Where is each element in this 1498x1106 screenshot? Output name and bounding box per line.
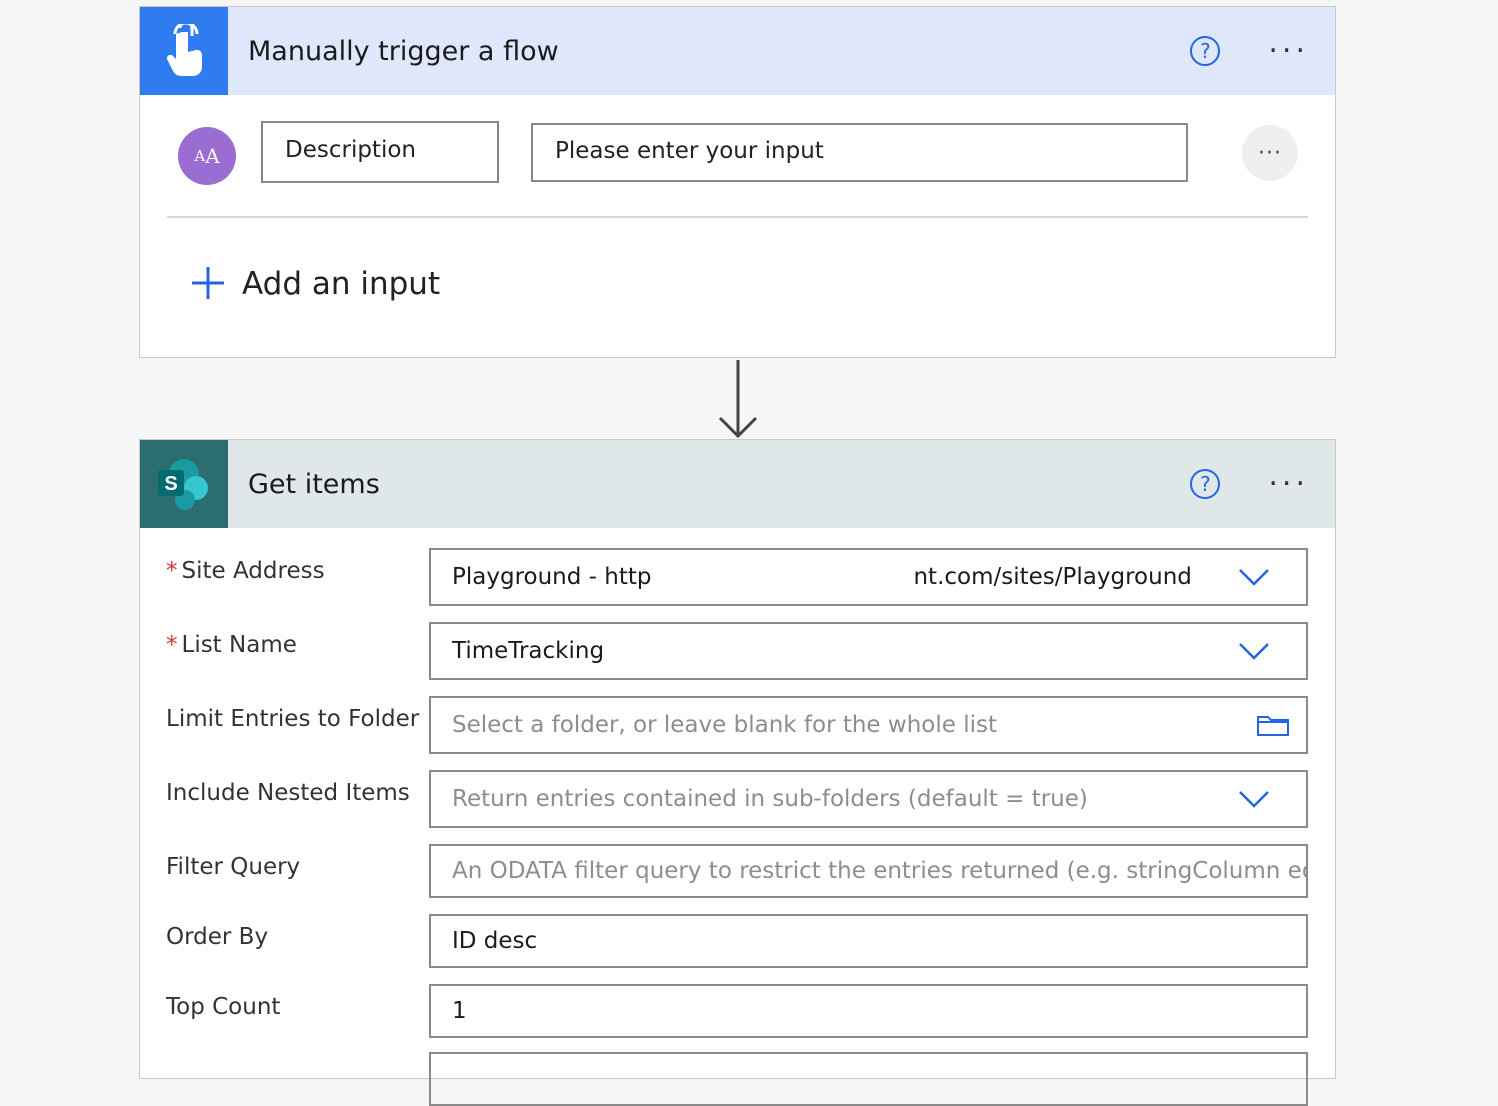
param-label: * List Name xyxy=(166,632,297,658)
touch-hand-icon xyxy=(140,7,228,95)
required-marker: * xyxy=(166,558,178,584)
param-label: Filter Query xyxy=(166,854,301,880)
field-placeholder: Select a folder, or leave blank for the … xyxy=(452,712,997,738)
field-value: 1 xyxy=(452,998,467,1024)
text-type-icon: AA xyxy=(178,127,236,185)
param-label: * Site Address xyxy=(166,558,325,584)
input-name-field[interactable]: Description xyxy=(261,121,499,183)
trigger-input-row: AA Description Please enter your input ·… xyxy=(140,115,1335,195)
chevron-down-icon[interactable] xyxy=(1238,568,1270,586)
input-more-button[interactable]: ··· xyxy=(1242,125,1298,181)
input-placeholder-field[interactable]: Please enter your input xyxy=(531,123,1188,182)
limit-folder-input[interactable]: Select a folder, or leave blank for the … xyxy=(429,696,1308,754)
param-label: Top Count xyxy=(166,994,281,1020)
trigger-header[interactable]: Manually trigger a flow ? ... xyxy=(140,7,1335,95)
get-items-header[interactable]: S Get items ? ... xyxy=(140,440,1335,528)
field-placeholder: Return entries contained in sub-folders … xyxy=(452,786,1088,812)
more-options-icon[interactable]: ... xyxy=(1268,28,1309,58)
required-marker: * xyxy=(166,632,178,658)
list-name-dropdown[interactable]: TimeTracking xyxy=(429,622,1308,680)
field-value: Playground - http xyxy=(452,564,652,590)
top-count-input[interactable]: 1 xyxy=(429,984,1308,1038)
folder-icon[interactable] xyxy=(1256,713,1290,737)
chevron-down-icon[interactable] xyxy=(1238,790,1270,808)
help-icon[interactable]: ? xyxy=(1190,36,1221,66)
nested-items-dropdown[interactable]: Return entries contained in sub-folders … xyxy=(429,770,1308,828)
add-input-button[interactable]: Add an input xyxy=(190,259,440,309)
filter-query-input[interactable]: An ODATA filter query to restrict the en… xyxy=(429,844,1308,898)
arrow-down-icon xyxy=(718,360,758,439)
order-by-input[interactable]: ID desc xyxy=(429,914,1308,968)
chevron-down-icon[interactable] xyxy=(1238,642,1270,660)
field-placeholder: An ODATA filter query to restrict the en… xyxy=(452,858,1308,884)
svg-text:S: S xyxy=(164,473,177,495)
next-field-input[interactable] xyxy=(429,1052,1308,1106)
plus-icon xyxy=(190,259,226,309)
field-value: TimeTracking xyxy=(452,638,605,664)
divider xyxy=(167,216,1308,218)
site-address-dropdown[interactable]: Playground - http nt.com/sites/Playgroun… xyxy=(429,548,1308,606)
param-label: Limit Entries to Folder xyxy=(166,706,420,732)
trigger-card: Manually trigger a flow ? ... AA Descrip… xyxy=(139,6,1336,358)
help-icon[interactable]: ? xyxy=(1190,469,1221,499)
add-input-label: Add an input xyxy=(242,266,441,302)
get-items-card: S Get items ? ... * Site Address Playgrou… xyxy=(139,439,1336,1106)
trigger-title: Manually trigger a flow xyxy=(248,35,559,67)
field-value-tail: nt.com/sites/Playground xyxy=(913,564,1192,590)
get-items-title: Get items xyxy=(248,468,380,500)
sharepoint-icon: S xyxy=(140,440,228,528)
more-options-icon[interactable]: ... xyxy=(1268,461,1309,491)
field-value: ID desc xyxy=(452,928,538,954)
param-label: Order By xyxy=(166,924,269,950)
param-label: Include Nested Items xyxy=(166,780,410,806)
